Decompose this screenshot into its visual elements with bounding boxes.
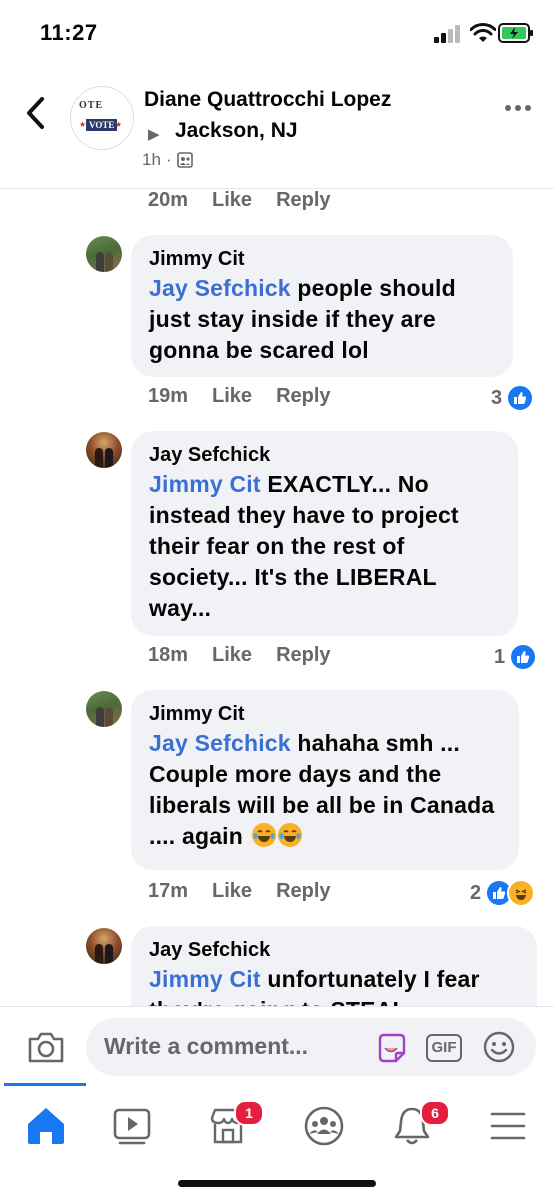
- reaction-count: 3: [491, 386, 503, 409]
- laughing-tears-emoji-icon: [251, 823, 276, 847]
- reaction-summary[interactable]: 2: [470, 879, 536, 907]
- groups-icon: [304, 1106, 344, 1146]
- comments-feed[interactable]: 20m Like Reply Jimmy Cit Jay Sefchick pe…: [0, 189, 554, 1006]
- tab-home[interactable]: [16, 1096, 76, 1156]
- comment-time: 19m: [148, 385, 189, 407]
- gif-button[interactable]: GIF: [426, 1034, 462, 1062]
- comment-text: Jimmy Cit EXACTLY... No instead they hav…: [149, 469, 501, 624]
- comment-text: Jay Sefchick hahaha smh ... Couple more …: [149, 728, 502, 852]
- comment-actions: 19m Like Reply: [148, 385, 331, 408]
- marketplace-badge: 1: [234, 1100, 264, 1126]
- comment-time: 17m: [148, 880, 189, 902]
- comment-actions: 18m Like Reply: [148, 644, 331, 667]
- avatar[interactable]: [86, 432, 122, 468]
- mention-link[interactable]: Jimmy Cit: [149, 966, 261, 992]
- comment-bubble[interactable]: Jimmy Cit Jay Sefchick people should jus…: [131, 235, 513, 377]
- avatar[interactable]: [86, 236, 122, 272]
- poster-name[interactable]: Diane Quattrocchi Lopez: [144, 88, 391, 112]
- reaction-count: 1: [494, 645, 506, 668]
- tab-marketplace[interactable]: 1: [198, 1096, 264, 1156]
- group-icon: [176, 152, 193, 168]
- chevron-left-icon[interactable]: [24, 96, 46, 130]
- avatar[interactable]: [86, 928, 122, 964]
- battery-charging-icon: [498, 23, 533, 43]
- comment-text: Jay Sefchick people should just stay ins…: [149, 273, 496, 366]
- reply-button[interactable]: Reply: [276, 385, 330, 408]
- comment-time: 20m: [148, 189, 189, 211]
- like-button[interactable]: Like: [212, 385, 252, 408]
- group-avatar[interactable]: OTE ★ VOTE ★: [70, 86, 134, 150]
- comment-composer: Write a comment... GIF: [0, 1006, 554, 1087]
- mention-link[interactable]: Jay Sefchick: [149, 730, 291, 756]
- like-button[interactable]: Like: [212, 880, 252, 903]
- avatar-text-top: OTE: [79, 100, 104, 111]
- tab-watch[interactable]: [102, 1096, 162, 1156]
- video-icon: [113, 1108, 151, 1145]
- comment-actions: 17m Like Reply: [148, 880, 331, 903]
- reaction-summary[interactable]: 1: [494, 643, 538, 671]
- wifi-icon: [470, 23, 496, 42]
- cellular-signal-icon: [434, 25, 460, 43]
- reply-button[interactable]: Reply: [276, 644, 330, 667]
- mention-link[interactable]: Jay Sefchick: [149, 275, 291, 301]
- comment-actions: 20m Like Reply: [148, 189, 331, 212]
- menu-icon: [490, 1112, 526, 1140]
- haha-reaction-icon: [507, 879, 536, 907]
- reply-button[interactable]: Reply: [276, 189, 330, 212]
- comment-author[interactable]: Jimmy Cit: [149, 247, 496, 271]
- home-icon: [28, 1108, 64, 1144]
- status-bar: 11:27: [0, 0, 554, 70]
- like-button[interactable]: Like: [212, 644, 252, 667]
- notifications-badge: 6: [420, 1100, 450, 1126]
- comment-time: 18m: [148, 644, 189, 666]
- meta-separator: ·: [165, 150, 172, 169]
- sticker-icon[interactable]: [374, 1031, 408, 1065]
- tab-menu[interactable]: [478, 1096, 538, 1156]
- star-icon: ★: [115, 120, 123, 129]
- active-tab-indicator: [4, 1083, 86, 1086]
- comment-author[interactable]: Jay Sefchick: [149, 938, 520, 962]
- group-name[interactable]: Jackson, NJ: [175, 119, 298, 143]
- comment-placeholder: Write a comment...: [104, 1033, 309, 1059]
- more-icon[interactable]: [504, 104, 532, 112]
- avatar-text-bottom: VOTE: [86, 119, 118, 131]
- comment-input[interactable]: Write a comment... GIF: [86, 1018, 536, 1076]
- like-reaction-icon: [506, 384, 535, 412]
- comment-bubble[interactable]: Jay Sefchick Jimmy Cit unfortunately I f…: [131, 926, 537, 1006]
- comment-author[interactable]: Jimmy Cit: [149, 702, 502, 726]
- avatar[interactable]: [86, 691, 122, 727]
- reaction-count: 2: [470, 881, 482, 904]
- post-meta: 1h ·: [142, 150, 193, 170]
- home-indicator[interactable]: [178, 1180, 376, 1187]
- like-reaction-icon: [509, 643, 538, 671]
- reaction-summary[interactable]: 3: [491, 384, 535, 412]
- reply-button[interactable]: Reply: [276, 880, 330, 903]
- triangle-right-icon: ▶: [148, 126, 160, 143]
- camera-icon[interactable]: [26, 1029, 66, 1065]
- smiley-icon[interactable]: [482, 1030, 516, 1064]
- tab-notifications[interactable]: 6: [382, 1096, 450, 1156]
- post-header: OTE ★ VOTE ★ Diane Quattrocchi Lopez ▶ J…: [0, 70, 554, 189]
- comment-bubble[interactable]: Jay Sefchick Jimmy Cit EXACTLY... No ins…: [131, 431, 518, 636]
- like-button[interactable]: Like: [212, 189, 252, 212]
- post-time[interactable]: 1h: [142, 150, 161, 170]
- comment-bubble[interactable]: Jimmy Cit Jay Sefchick hahaha smh ... Co…: [131, 690, 519, 870]
- tab-groups[interactable]: [294, 1096, 354, 1156]
- comment-text: Jimmy Cit unfortunately I fear they're g…: [149, 964, 520, 1006]
- mention-link[interactable]: Jimmy Cit: [149, 471, 261, 497]
- laughing-tears-emoji-icon: [277, 823, 302, 847]
- comment-author[interactable]: Jay Sefchick: [149, 443, 501, 467]
- status-time: 11:27: [40, 20, 98, 45]
